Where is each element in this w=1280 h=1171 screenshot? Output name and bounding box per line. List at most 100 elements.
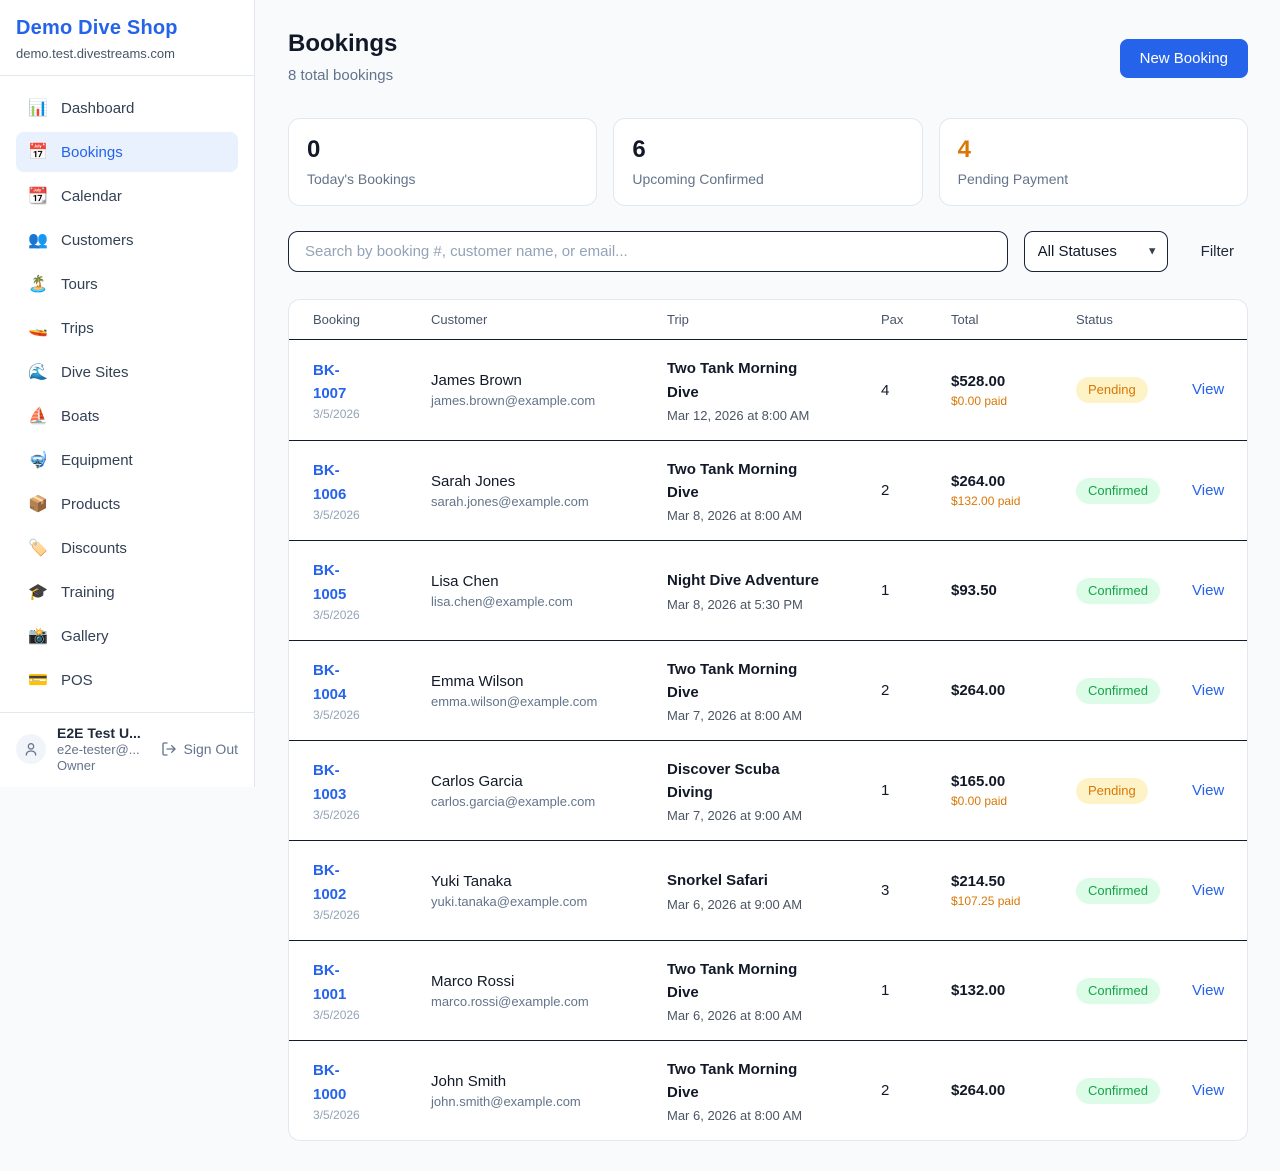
booking-date: 3/5/2026 xyxy=(313,808,431,822)
booking-link[interactable]: BK-1004 xyxy=(313,659,371,706)
booking-link[interactable]: BK-1007 xyxy=(313,359,371,406)
status-badge: Confirmed xyxy=(1076,878,1160,904)
booking-link[interactable]: BK-1003 xyxy=(313,759,371,806)
sidebar-item-discounts[interactable]: 🏷️ Discounts xyxy=(16,528,238,568)
pax-count: 2 xyxy=(881,682,951,699)
trip-name: Two Tank Morning Dive xyxy=(667,357,828,404)
trip-datetime: Mar 8, 2026 at 8:00 AM xyxy=(667,508,881,523)
pax-count: 4 xyxy=(881,382,951,399)
trip-name: Two Tank Morning Dive xyxy=(667,1058,828,1105)
total-amount: $264.00 xyxy=(951,682,1076,699)
view-link[interactable]: View xyxy=(1192,782,1224,799)
sidebar-item-products[interactable]: 📦 Products xyxy=(16,484,238,524)
customer-name: Carlos Garcia xyxy=(431,773,667,790)
sidebar-item-tours[interactable]: 🏝️ Tours xyxy=(16,264,238,304)
paid-amount: $132.00 paid xyxy=(951,494,1023,508)
trip-datetime: Mar 6, 2026 at 8:00 AM xyxy=(667,1008,881,1023)
status-badge: Pending xyxy=(1076,377,1148,403)
sidebar-item-pos[interactable]: 💳 POS xyxy=(16,660,238,700)
trip-name: Night Dive Adventure xyxy=(667,569,828,592)
booking-date: 3/5/2026 xyxy=(313,407,431,421)
table-row: BK-1005 3/5/2026 Lisa Chen lisa.chen@exa… xyxy=(289,540,1247,640)
search-input[interactable] xyxy=(288,231,1008,272)
pax-count: 1 xyxy=(881,782,951,799)
trip-datetime: Mar 7, 2026 at 9:00 AM xyxy=(667,808,881,823)
sidebar-item-equipment[interactable]: 🤿 Equipment xyxy=(16,440,238,480)
trip-datetime: Mar 12, 2026 at 8:00 AM xyxy=(667,408,881,423)
column-header-status: Status xyxy=(1076,312,1192,327)
sidebar: Demo Dive Shop demo.test.divestreams.com… xyxy=(0,0,255,787)
sidebar-item-dive-sites[interactable]: 🌊 Dive Sites xyxy=(16,352,238,392)
stat-label: Today's Bookings xyxy=(307,171,576,187)
pos-icon: 💳 xyxy=(28,670,48,690)
view-link[interactable]: View xyxy=(1192,1082,1224,1099)
status-filter-select[interactable]: All Statuses xyxy=(1024,231,1168,272)
table-row: BK-1000 3/5/2026 John Smith john.smith@e… xyxy=(289,1040,1247,1140)
brand-name: Demo Dive Shop xyxy=(16,17,238,40)
trip-name: Two Tank Morning Dive xyxy=(667,958,828,1005)
trip-datetime: Mar 8, 2026 at 5:30 PM xyxy=(667,597,881,612)
booking-link[interactable]: BK-1005 xyxy=(313,559,371,606)
user-name: E2E Test U... xyxy=(57,725,141,741)
sidebar-item-bookings[interactable]: 📅 Bookings xyxy=(16,132,238,172)
sidebar-item-boats[interactable]: ⛵ Boats xyxy=(16,396,238,436)
table-header-row: Booking Customer Trip Pax Total Status xyxy=(289,300,1247,340)
view-link[interactable]: View xyxy=(1192,682,1224,699)
table-row: BK-1003 3/5/2026 Carlos Garcia carlos.ga… xyxy=(289,740,1247,840)
discounts-icon: 🏷️ xyxy=(28,538,48,558)
stat-label: Pending Payment xyxy=(958,171,1227,187)
bookings-table: Booking Customer Trip Pax Total Status B… xyxy=(288,299,1248,1141)
paid-amount: $0.00 paid xyxy=(951,794,1023,808)
view-link[interactable]: View xyxy=(1192,482,1224,499)
dashboard-icon: 📊 xyxy=(28,98,48,118)
tours-icon: 🏝️ xyxy=(28,274,48,294)
total-amount: $528.00 xyxy=(951,373,1076,390)
sidebar-item-calendar[interactable]: 📆 Calendar xyxy=(16,176,238,216)
sign-out-button[interactable]: Sign Out xyxy=(161,741,238,757)
dive-sites-icon: 🌊 xyxy=(28,362,48,382)
customer-name: Emma Wilson xyxy=(431,673,667,690)
view-link[interactable]: View xyxy=(1192,982,1224,999)
customer-email: yuki.tanaka@example.com xyxy=(431,894,667,909)
new-booking-button[interactable]: New Booking xyxy=(1120,39,1248,78)
booking-link[interactable]: BK-1006 xyxy=(313,459,371,506)
paid-amount: $107.25 paid xyxy=(951,894,1023,908)
bookings-icon: 📅 xyxy=(28,142,48,162)
trip-datetime: Mar 6, 2026 at 8:00 AM xyxy=(667,1108,881,1123)
user-email: e2e-tester@... xyxy=(57,742,141,757)
booking-link[interactable]: BK-1001 xyxy=(313,959,371,1006)
view-link[interactable]: View xyxy=(1192,582,1224,599)
sidebar-item-trips[interactable]: 🚤 Trips xyxy=(16,308,238,348)
pax-count: 1 xyxy=(881,582,951,599)
booking-date: 3/5/2026 xyxy=(313,708,431,722)
status-badge: Confirmed xyxy=(1076,478,1160,504)
sidebar-item-training[interactable]: 🎓 Training xyxy=(16,572,238,612)
customer-name: John Smith xyxy=(431,1073,667,1090)
trip-datetime: Mar 7, 2026 at 8:00 AM xyxy=(667,708,881,723)
booking-date: 3/5/2026 xyxy=(313,1008,431,1022)
trips-icon: 🚤 xyxy=(28,318,48,338)
status-badge: Confirmed xyxy=(1076,978,1160,1004)
products-icon: 📦 xyxy=(28,494,48,514)
filter-button[interactable]: Filter xyxy=(1201,243,1234,260)
total-amount: $264.00 xyxy=(951,1082,1076,1099)
brand-domain: demo.test.divestreams.com xyxy=(16,46,238,61)
customer-name: Sarah Jones xyxy=(431,473,667,490)
view-link[interactable]: View xyxy=(1192,882,1224,899)
page-subtitle: 8 total bookings xyxy=(288,67,397,84)
booking-link[interactable]: BK-1000 xyxy=(313,1059,371,1106)
stats-row: 0 Today's Bookings 6 Upcoming Confirmed … xyxy=(288,118,1248,206)
stat-card-pending-payment: 4 Pending Payment xyxy=(939,118,1248,206)
sidebar-item-gallery[interactable]: 📸 Gallery xyxy=(16,616,238,656)
booking-link[interactable]: BK-1002 xyxy=(313,859,371,906)
sign-out-label: Sign Out xyxy=(184,741,238,757)
stat-value: 0 xyxy=(307,136,576,164)
stat-card-upcoming-confirmed: 6 Upcoming Confirmed xyxy=(613,118,922,206)
table-row: BK-1002 3/5/2026 Yuki Tanaka yuki.tanaka… xyxy=(289,840,1247,940)
view-link[interactable]: View xyxy=(1192,381,1224,398)
sidebar-item-customers[interactable]: 👥 Customers xyxy=(16,220,238,260)
sidebar-item-dashboard[interactable]: 📊 Dashboard xyxy=(16,88,238,128)
customer-name: Marco Rossi xyxy=(431,973,667,990)
status-badge: Pending xyxy=(1076,778,1148,804)
customer-name: Lisa Chen xyxy=(431,573,667,590)
